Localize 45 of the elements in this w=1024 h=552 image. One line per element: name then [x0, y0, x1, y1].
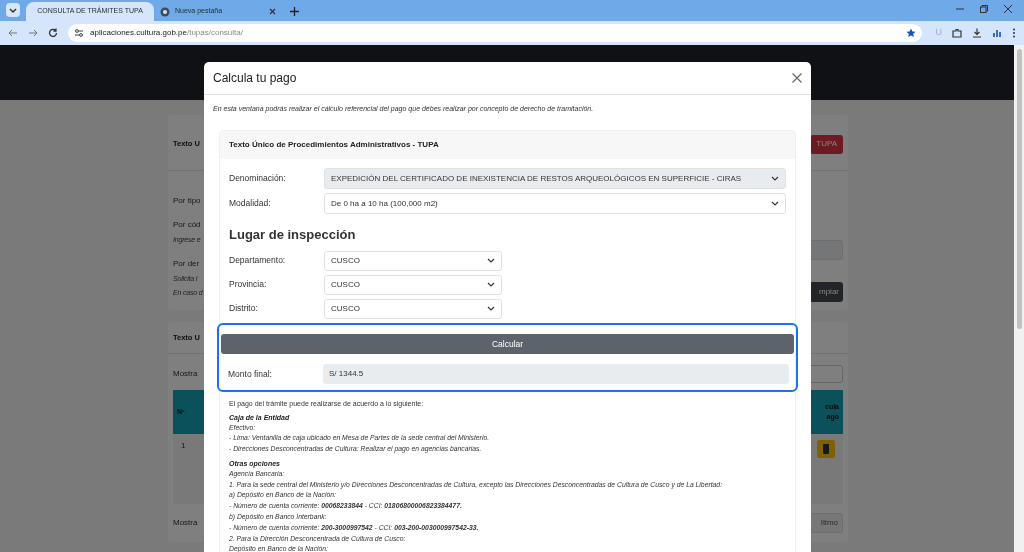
field-label: Departamento: — [229, 254, 287, 267]
select-field[interactable]: CUSCO — [324, 274, 502, 295]
close-icon[interactable] — [269, 8, 276, 15]
select-field: EXPEDICIÓN DEL CERTIFICADO DE INEXISTENCIA DE RESTOS ARQUEOLÓGICOS EN SUPERFICIE - CIRAS — [324, 168, 786, 189]
url-text: aplicaciones.cultura.gob.pe/tupas/consulta/ — [90, 27, 244, 39]
reload-icon[interactable] — [48, 28, 58, 38]
tab-search-icon[interactable] — [6, 3, 20, 17]
chevron-icon — [771, 175, 779, 182]
calculate-button[interactable]: Calcular — [221, 333, 794, 354]
globe-icon — [160, 6, 170, 17]
star-icon[interactable] — [905, 28, 916, 38]
restore-icon[interactable] — [980, 5, 988, 13]
filter-label: Por cód — [173, 219, 202, 231]
show-label: Mostra — [173, 517, 198, 529]
close-icon[interactable] — [1004, 5, 1012, 13]
forward-icon[interactable] — [28, 28, 38, 38]
section-title: Texto Único de Procedimientos Administrativos - TUPA — [229, 139, 439, 151]
chevron-icon — [771, 200, 779, 207]
new-tab-icon[interactable] — [290, 7, 299, 16]
field-label: Modalidad: — [229, 197, 272, 210]
filter-label: Por tipo — [173, 195, 202, 207]
field-label: Denominación: — [229, 172, 287, 185]
field-label: Distrito: — [229, 302, 259, 315]
modal-title: Calcula tu pago — [213, 70, 297, 87]
site-settings-icon[interactable] — [74, 28, 84, 38]
chevron-icon — [487, 257, 495, 264]
field-label: Provincia: — [229, 278, 268, 291]
address-bar[interactable]: aplicaciones.cultura.gob.pe/tupas/consulta/ — [68, 24, 922, 42]
calculator-icon[interactable] — [817, 440, 835, 458]
download-icon[interactable] — [972, 28, 982, 38]
filter-label: Por der — [173, 257, 201, 270]
chevron-icon — [487, 281, 495, 288]
field-label: Monto final: — [228, 367, 273, 381]
section-heading: Lugar de inspección — [229, 226, 357, 244]
result-field: S/ 1344.5 — [323, 363, 789, 384]
menu-icon[interactable] — [1012, 28, 1016, 38]
select-field[interactable]: CUSCO — [324, 250, 502, 271]
show-label: Mostra — [173, 368, 198, 380]
chevron-icon — [487, 305, 495, 312]
scrollbar[interactable] — [1014, 45, 1024, 552]
select-field[interactable]: De 0 ha a 10 ha (100,000 m2) — [324, 193, 786, 214]
close-icon[interactable] — [792, 73, 802, 83]
select-field[interactable]: CUSCO — [324, 298, 502, 319]
table-cell: 1 — [181, 440, 186, 452]
back-icon[interactable] — [8, 28, 18, 38]
